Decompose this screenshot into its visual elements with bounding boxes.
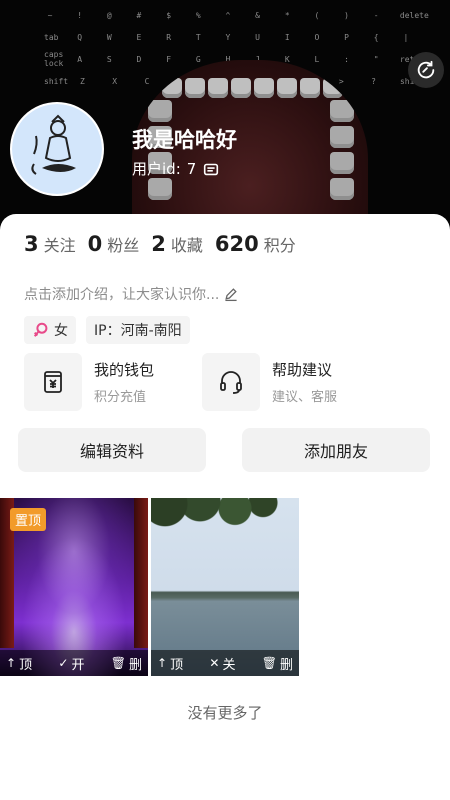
services-row: 我的钱包 积分充值 帮助建议 建议、客服 [24, 353, 424, 411]
meditating-figure-icon [31, 114, 76, 175]
pin-button[interactable]: ↑ 顶 [6, 654, 32, 673]
ip-text: IP：河南-南阳 [94, 323, 182, 339]
no-more-text: 没有更多了 [187, 704, 263, 722]
delete-button[interactable]: 🗑 删 [111, 654, 142, 673]
tooth [330, 126, 354, 148]
keyboard-row-2: tab Q W E R T Y U I O P { | [44, 32, 409, 42]
post-card[interactable]: 置顶 ↑ 顶 ✓ 开 🗑 删 [0, 498, 148, 676]
tooth [300, 78, 320, 98]
username: 我是哈哈好 [132, 128, 237, 152]
wallet-title: 我的钱包 [94, 361, 155, 379]
pin-button[interactable]: ↑ 顶 [157, 654, 183, 673]
profile-card: 3 关注 0 粉丝 2 收藏 620 积分 点击添加介绍，让大家认识你... 女… [0, 214, 450, 800]
wallet-icon [44, 371, 62, 393]
headset-icon [220, 371, 242, 394]
stat-label: 积分 [263, 236, 296, 255]
profile-actions: 编辑资料 添加朋友 [18, 428, 430, 472]
intro-text: 点击添加介绍，让大家认识你... [24, 287, 220, 303]
userid-value: 7 [186, 159, 197, 178]
tooth [185, 78, 205, 98]
stat-value: 0 [87, 232, 103, 256]
visibility-toggle-button[interactable]: ✓ 开 [58, 654, 84, 673]
refresh-icon [417, 60, 435, 79]
tooth [330, 178, 354, 200]
help-subtitle: 建议、客服 [272, 390, 338, 405]
copy-icon[interactable] [202, 160, 220, 178]
headset-icon-box [202, 353, 260, 411]
check-icon: ✓ [58, 656, 69, 670]
stat-following[interactable]: 3 关注 [24, 232, 76, 256]
trash-icon: 🗑 [261, 656, 277, 670]
tooth [330, 100, 354, 122]
help-texts: 帮助建议 建议、客服 [272, 359, 337, 405]
tooth [208, 78, 228, 98]
stat-value: 2 [151, 232, 166, 256]
tooth [330, 152, 354, 174]
stat-value: 3 [24, 232, 39, 256]
stat-favorites[interactable]: 2 收藏 [151, 232, 203, 256]
post-action-bar: ↑ 顶 ✓ 开 🗑 删 [0, 650, 148, 676]
help-title: 帮助建议 [272, 361, 333, 379]
posts-grid: 置顶 ↑ 顶 ✓ 开 🗑 删 ↑ 顶 ✕ 关 🗑 删 [0, 498, 299, 676]
ip-location-tag: IP：河南-南阳 [86, 316, 190, 344]
add-intro-link[interactable]: 点击添加介绍，让大家认识你... [24, 284, 239, 304]
stat-label: 粉丝 [107, 236, 140, 255]
wallet-texts: 我的钱包 积分充值 [94, 359, 154, 405]
edit-profile-button[interactable]: 编辑资料 [18, 428, 206, 472]
gender-tag: 女 [24, 316, 76, 344]
userid-row: 用户id: 7 [132, 158, 220, 179]
help-entry[interactable]: 帮助建议 建议、客服 [202, 353, 380, 411]
delete-button[interactable]: 🗑 删 [262, 654, 293, 673]
wallet-subtitle: 积分充值 [94, 390, 147, 405]
profile-tags: 女 IP：河南-南阳 [24, 316, 190, 344]
tooth [231, 78, 251, 98]
wallet-icon-box [24, 353, 82, 411]
visibility-toggle-button[interactable]: ✕ 关 [209, 654, 235, 673]
right-teeth [330, 100, 354, 200]
tooth [162, 78, 182, 98]
tree-foliage [151, 498, 291, 556]
keyboard-row-1: ~ ! @ # $ % ^ & * ( ) - delete [47, 10, 429, 20]
upper-teeth [162, 78, 343, 98]
userid-label: 用户id: [132, 160, 181, 178]
avatar-image [12, 104, 102, 194]
gender-text: 女 [54, 323, 68, 339]
post-action-bar: ↑ 顶 ✕ 关 🗑 删 [151, 650, 299, 676]
trash-icon: 🗑 [110, 656, 126, 670]
arrow-up-icon: ↑ [157, 656, 168, 670]
tooth [323, 78, 343, 98]
pinned-badge: 置顶 [10, 508, 47, 531]
stage-curtain-right [134, 498, 148, 648]
stats-row: 3 关注 0 粉丝 2 收藏 620 积分 [24, 232, 296, 256]
arrow-up-icon: ↑ [6, 656, 17, 670]
post-card[interactable]: ↑ 顶 ✕ 关 🗑 删 [151, 498, 299, 676]
add-friend-button[interactable]: 添加朋友 [242, 428, 430, 472]
wallet-entry[interactable]: 我的钱包 积分充值 [24, 353, 202, 411]
edit-pencil-icon [225, 288, 238, 302]
tooth [277, 78, 297, 98]
profile-cover: ~ ! @ # $ % ^ & * ( ) - delete tab Q W E… [0, 0, 450, 240]
stat-points[interactable]: 620 积分 [215, 232, 296, 256]
stat-label: 收藏 [170, 236, 203, 255]
tooth [148, 100, 172, 122]
tooth [254, 78, 274, 98]
close-icon: ✕ [209, 656, 220, 670]
tooth [148, 178, 172, 200]
female-symbol-icon [33, 322, 48, 337]
change-cover-button[interactable] [408, 52, 444, 88]
stat-label: 关注 [43, 236, 76, 255]
avatar[interactable] [10, 102, 104, 196]
stat-value: 620 [214, 232, 259, 256]
stat-followers[interactable]: 0 粉丝 [88, 232, 140, 256]
